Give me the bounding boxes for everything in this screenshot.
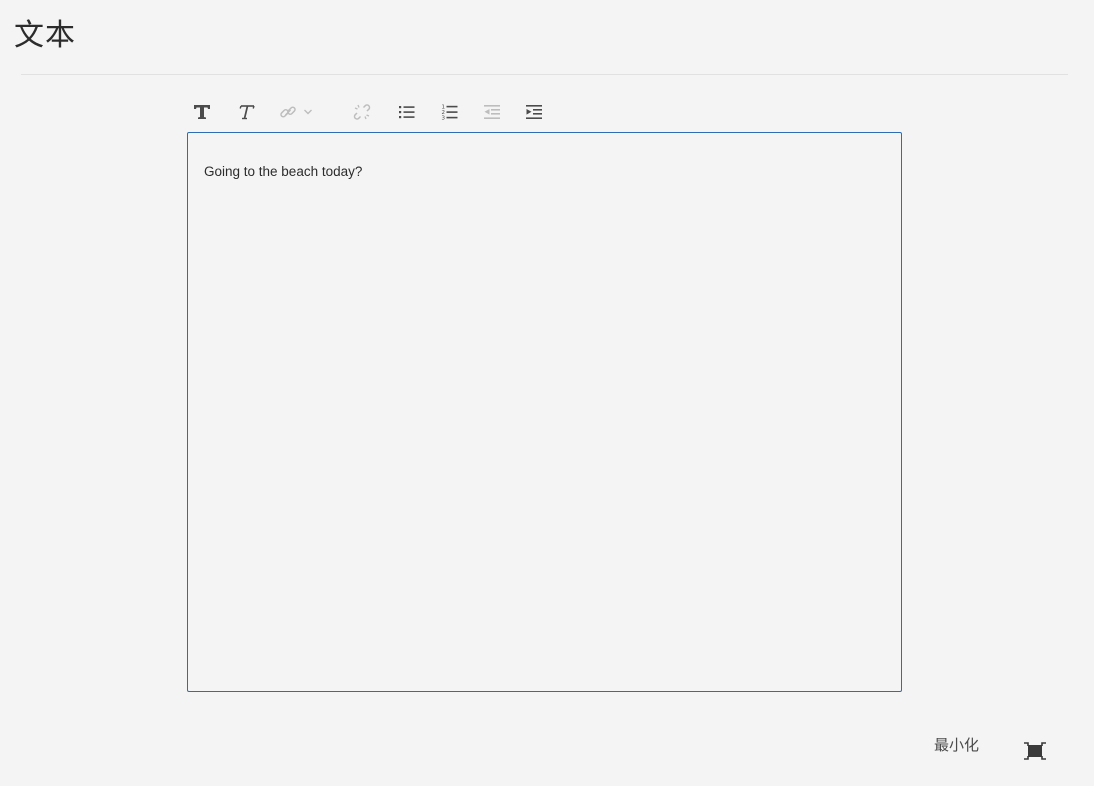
bulleted-list-button[interactable]: [392, 96, 422, 128]
svg-text:3: 3: [442, 116, 446, 122]
rich-text-toolbar: 1 2 3: [187, 96, 587, 128]
divider: [21, 74, 1068, 75]
link-button[interactable]: [275, 96, 321, 128]
editor-content[interactable]: Going to the beach today?: [204, 164, 362, 179]
chevron-down-icon: [303, 108, 313, 116]
minimize-button[interactable]: 最小化: [934, 734, 979, 755]
page: 文本 1 2 3 Going to the beach today? 最小化: [0, 0, 1094, 786]
italic-button[interactable]: [231, 96, 261, 128]
page-title: 文本: [14, 18, 76, 53]
unlink-button[interactable]: [347, 96, 377, 128]
numbered-list-button[interactable]: 1 2 3: [435, 96, 465, 128]
outdent-icon: [483, 104, 501, 120]
rich-text-editor[interactable]: Going to the beach today?: [187, 132, 902, 692]
unlink-icon: [353, 103, 371, 121]
bulleted-list-icon: [398, 104, 416, 120]
bold-button[interactable]: [187, 96, 217, 128]
fullscreen-icon: [1022, 742, 1048, 766]
fullscreen-button[interactable]: [1022, 740, 1048, 762]
numbered-list-icon: 1 2 3: [441, 103, 459, 121]
indent-icon: [525, 104, 543, 120]
link-icon: [279, 104, 297, 120]
outdent-button[interactable]: [477, 96, 507, 128]
bold-text-icon: [193, 104, 211, 120]
italic-text-icon: [237, 104, 255, 120]
indent-button[interactable]: [519, 96, 549, 128]
